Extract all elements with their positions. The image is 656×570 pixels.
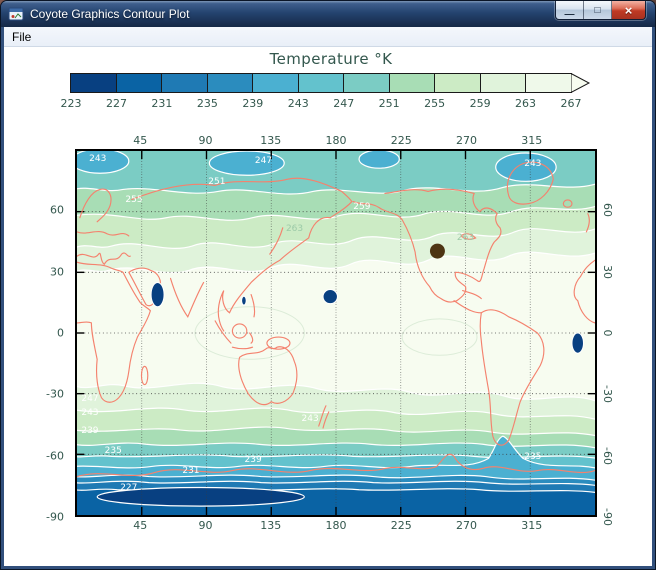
x-tick-label: 315	[521, 519, 543, 532]
y-tick-label-left: -30	[46, 387, 64, 401]
y-tick-label-right: 30	[601, 264, 614, 279]
app-icon	[8, 6, 24, 22]
x-tick-label: 180	[325, 134, 347, 147]
x-tick-label: 180	[325, 519, 347, 532]
map-frame: 243 247 251 243 255 259 263 263 247 243 243 239 239 2…	[75, 149, 597, 517]
x-tick-label: 225	[390, 519, 412, 532]
y-tick-label-right: -60	[601, 446, 614, 465]
x-tick-label: 90	[198, 134, 213, 147]
colorbar-tick-label: 231	[151, 97, 173, 110]
colorbar-tick-label: 267	[560, 97, 582, 110]
colorbar-ticks: 223 227 231 235 239 243 247 251 255 259 263 267	[61, 97, 582, 110]
colorbar	[70, 73, 592, 93]
x-tick-label: 270	[456, 134, 477, 147]
colorbar-tick-label: 247	[333, 97, 355, 110]
y-tick-label-left: 60	[50, 203, 64, 217]
colorbar-tick-label: 251	[378, 97, 400, 110]
colorbar-cell	[480, 74, 527, 92]
maximize-icon: □	[594, 4, 601, 16]
colorbar-tick-label: 259	[469, 97, 491, 110]
colorbar-cell	[253, 74, 299, 92]
colorbar-tick-label: 235	[196, 97, 218, 110]
y-tick-label-right: -30	[601, 385, 614, 404]
x-tick-label: 90	[198, 519, 213, 532]
y-tick-label-right: 60	[601, 203, 614, 218]
x-tick-label: 135	[260, 519, 282, 532]
y-tick-label-right: 0	[601, 329, 614, 337]
y-tick-label-left: 0	[57, 326, 64, 340]
colorbar-tick-label: 243	[287, 97, 309, 110]
colorbar-cell	[116, 74, 163, 92]
cold-spot	[242, 296, 247, 305]
contour-map	[77, 151, 595, 515]
x-labels-top: 45 90 135 180 225 270 315	[75, 134, 597, 147]
colorbar-cell	[207, 74, 254, 92]
y-tick-label-right: -90	[601, 508, 614, 526]
colorbar-cell	[162, 74, 208, 92]
x-tick-label: 45	[133, 134, 148, 147]
colorbar-cell	[526, 74, 572, 92]
y-tick-label-left: -60	[46, 449, 64, 463]
colorbar-cell	[71, 74, 117, 92]
x-tick-label: 45	[133, 519, 148, 532]
y-labels-right: 60 30 0 -30 -60 -90	[601, 149, 619, 526]
arctic-cold-patch	[77, 151, 129, 173]
arctic-cold-patch	[209, 151, 284, 175]
window-title: Coyote Graphics Contour Plot	[30, 7, 190, 21]
cold-spot	[151, 282, 164, 306]
menu-file[interactable]: File	[4, 28, 39, 46]
colorbar-cell	[389, 74, 436, 92]
antarctic-coldest-blob	[97, 487, 304, 506]
cold-spot	[323, 290, 337, 304]
maximize-button[interactable]: □	[584, 1, 612, 19]
y-labels-left: 60 30 0 -30 -60 -90	[4, 149, 70, 524]
colorbar-tick-label: 263	[515, 97, 537, 110]
y-tick-label-left: -90	[46, 510, 64, 524]
minimize-button[interactable]: —	[556, 1, 584, 19]
colorbar-cell	[298, 74, 345, 92]
colorbar-tick-label: 223	[60, 97, 82, 110]
app-window: Coyote Graphics Contour Plot — □ × File …	[0, 0, 656, 570]
colorbar-tick-label: 239	[242, 97, 264, 110]
colorbar-cell	[435, 74, 481, 92]
menubar: File	[4, 27, 652, 47]
plot-canvas: Temperature °K 223 227 231 235 239 243 247 251 2…	[4, 47, 652, 566]
plot-title: Temperature °K	[269, 50, 393, 68]
colorbar-tick-label: 227	[105, 97, 127, 110]
x-tick-label: 315	[521, 134, 543, 147]
close-icon: ×	[624, 2, 633, 18]
colorbar-cell	[344, 74, 390, 92]
x-tick-label: 270	[456, 519, 477, 532]
app-icon-graphic	[8, 7, 24, 21]
window-frame: File Temperature °K 223 227 231 235 239 243 24…	[1, 27, 655, 569]
colorbar-tick-label: 255	[424, 97, 446, 110]
minimize-icon: —	[564, 8, 575, 20]
y-tick-label-left: 30	[50, 265, 64, 279]
titlebar[interactable]: Coyote Graphics Contour Plot — □ ×	[1, 1, 655, 27]
window-controls: — □ ×	[555, 1, 646, 20]
arctic-cold-patch	[359, 151, 399, 168]
data-marker-dot	[429, 243, 445, 259]
x-tick-label: 135	[260, 134, 282, 147]
colorbar-cells	[70, 73, 572, 93]
cold-spot	[572, 333, 584, 353]
colorbar-arrow-icon	[571, 73, 591, 93]
colorbar-arrow-poly	[571, 73, 591, 93]
x-tick-label: 225	[390, 134, 412, 147]
close-button[interactable]: ×	[612, 1, 645, 19]
x-labels-bottom: 45 90 135 180 225 270 315	[75, 519, 597, 532]
